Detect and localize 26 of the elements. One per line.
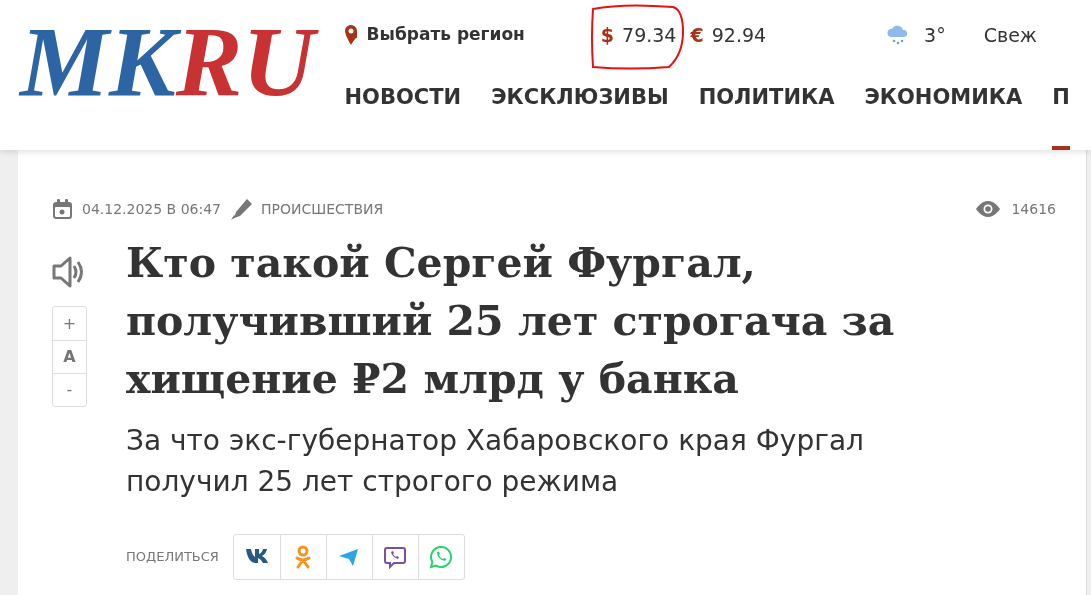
font-size-button[interactable]: A	[53, 340, 86, 373]
currency-symbol: $	[600, 22, 615, 48]
whatsapp-icon	[429, 545, 454, 569]
rubric-link[interactable]: ПРОИСШЕСТВИЯ	[261, 198, 384, 220]
article-subtitle: За что экс-губернатор Хабаровского края Фургал получил 25 лет строгого режима	[126, 423, 865, 500]
location-pin-icon	[344, 25, 357, 45]
fresh-news-link[interactable]: Свеж	[983, 20, 1037, 50]
currency-symbol: €	[690, 22, 704, 48]
pencil-icon	[231, 198, 253, 220]
font-size-button[interactable]: -	[53, 373, 86, 406]
exchange-rate: 92.94	[711, 22, 767, 48]
eye-icon	[975, 201, 1002, 217]
phone-bubble-icon	[383, 545, 408, 569]
share-label: ПОДЕЛИТЬСЯ	[126, 548, 219, 567]
calendar-icon	[52, 198, 73, 220]
nav-link[interactable]: ЭКОНОМИКА	[864, 70, 1023, 150]
publish-date: 04.12.2025 В 06:47	[82, 199, 221, 219]
exchange-rate: 79.34	[622, 22, 677, 48]
nav-link[interactable]: ПОЛИТИКА	[698, 70, 835, 150]
temperature: 3°	[924, 22, 946, 48]
view-count: 14616	[1011, 199, 1056, 219]
region-link[interactable]: Выбрать регион	[366, 22, 525, 48]
nav-link[interactable]: ЭКСКЛЮЗИВЫ	[491, 70, 669, 150]
font-size-button[interactable]: +	[53, 307, 86, 340]
article-headline: Кто такой Сергей Фургал, получивший 25 лет строгача за хищение ₽2 млрд у банка	[126, 238, 896, 405]
nav-link[interactable]: НОВОСТИ	[344, 70, 462, 150]
